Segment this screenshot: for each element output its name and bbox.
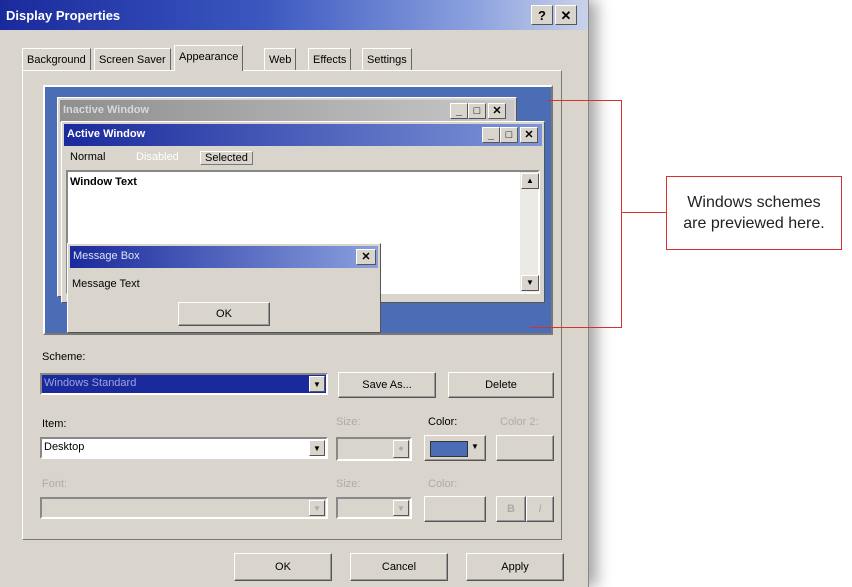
font-color-button	[424, 496, 486, 522]
inactive-title-bar: Inactive Window _ □ ✕	[60, 100, 514, 122]
menu-selected: Selected	[200, 151, 253, 165]
spinner-icon: ◆	[393, 440, 409, 458]
preview-ok-button: OK	[178, 302, 270, 326]
window-text: Window Text	[70, 176, 137, 188]
close-icon: ✕	[520, 127, 538, 143]
tab-background[interactable]: Background	[22, 48, 91, 70]
color-swatch	[430, 441, 468, 457]
chevron-down-icon[interactable]: ▼	[309, 440, 325, 456]
chevron-down-icon[interactable]: ▼	[309, 376, 325, 392]
chevron-down-icon: ▼	[393, 500, 409, 516]
callout-line-1: Windows schemes	[687, 194, 821, 211]
item-size-spinner: ◆	[336, 437, 412, 461]
scheme-dropdown[interactable]: Windows Standard ▼	[40, 373, 328, 395]
callout-line-bottom	[530, 327, 622, 328]
italic-button: I	[526, 496, 554, 522]
font-size-dropdown: ▼	[336, 497, 412, 519]
maximize-icon: □	[468, 103, 486, 119]
close-icon: ✕	[488, 103, 506, 119]
callout-box: Windows schemes are previewed here.	[666, 176, 842, 250]
minimize-icon: _	[450, 103, 468, 119]
item-color-label: Color:	[428, 416, 458, 428]
minimize-icon: _	[482, 127, 500, 143]
item-value: Desktop	[44, 441, 85, 453]
save-as-button[interactable]: Save As...	[338, 372, 436, 398]
scheme-preview: Inactive Window _ □ ✕ Active Window _ □ …	[43, 85, 553, 335]
font-dropdown: ▼	[40, 497, 328, 519]
tab-effects[interactable]: Effects	[308, 48, 352, 70]
font-label: Font:	[42, 478, 68, 490]
tab-screen-saver[interactable]: Screen Saver	[94, 48, 171, 70]
chevron-down-icon: ▼	[309, 500, 325, 516]
chevron-down-icon: ▼	[471, 442, 479, 451]
delete-button[interactable]: Delete	[448, 372, 554, 398]
cancel-button[interactable]: Cancel	[350, 553, 448, 581]
apply-button[interactable]: Apply	[466, 553, 564, 581]
maximize-icon: □	[500, 127, 518, 143]
tab-web[interactable]: Web	[264, 48, 297, 70]
message-box-title: Message Box	[73, 250, 140, 262]
menu-disabled: Disabled	[136, 151, 179, 163]
callout-bracket	[621, 100, 622, 328]
scheme-value: Windows Standard	[44, 377, 137, 389]
ok-button[interactable]: OK	[234, 553, 332, 581]
item-dropdown[interactable]: Desktop ▼	[40, 437, 328, 459]
preview-message-box: Message Box ✕ Message Text OK	[67, 243, 381, 333]
help-button[interactable]: ?	[531, 5, 553, 25]
callout-line-2: are previewed here.	[683, 215, 825, 232]
item-size-label: Size:	[336, 416, 361, 428]
scroll-up-icon: ▲	[521, 173, 539, 189]
close-icon: ✕	[356, 249, 376, 265]
title-bar[interactable]: Display Properties ? ✕	[0, 0, 588, 30]
scroll-down-icon: ▼	[521, 275, 539, 291]
callout-pointer	[621, 212, 666, 213]
item-color-button[interactable]: ▼	[424, 435, 486, 461]
menu-normal: Normal	[70, 151, 106, 163]
message-box-title-bar: Message Box ✕	[70, 246, 378, 268]
item-label: Item:	[42, 418, 67, 430]
callout-line-top	[548, 100, 622, 101]
scheme-label: Scheme:	[42, 351, 86, 363]
bold-button: B	[496, 496, 526, 522]
inactive-window-title: Inactive Window	[63, 104, 150, 116]
item-color2-label: Color 2:	[500, 416, 539, 428]
preview-menu-bar: Normal Disabled Selected	[66, 149, 296, 167]
close-button[interactable]: ✕	[555, 5, 577, 25]
font-size-label: Size:	[336, 478, 361, 490]
tab-settings[interactable]: Settings	[362, 48, 412, 70]
preview-scrollbar: ▲ ▼	[520, 172, 539, 292]
font-color-label: Color:	[428, 478, 458, 490]
message-text: Message Text	[72, 278, 140, 290]
active-window-title: Active Window	[67, 128, 146, 140]
display-properties-dialog: Display Properties ? ✕ Background Screen…	[0, 0, 589, 587]
item-color2-button	[496, 435, 554, 461]
tab-appearance[interactable]: Appearance	[174, 45, 244, 71]
dialog-title: Display Properties	[6, 8, 121, 23]
active-title-bar: Active Window _ □ ✕	[64, 124, 542, 146]
